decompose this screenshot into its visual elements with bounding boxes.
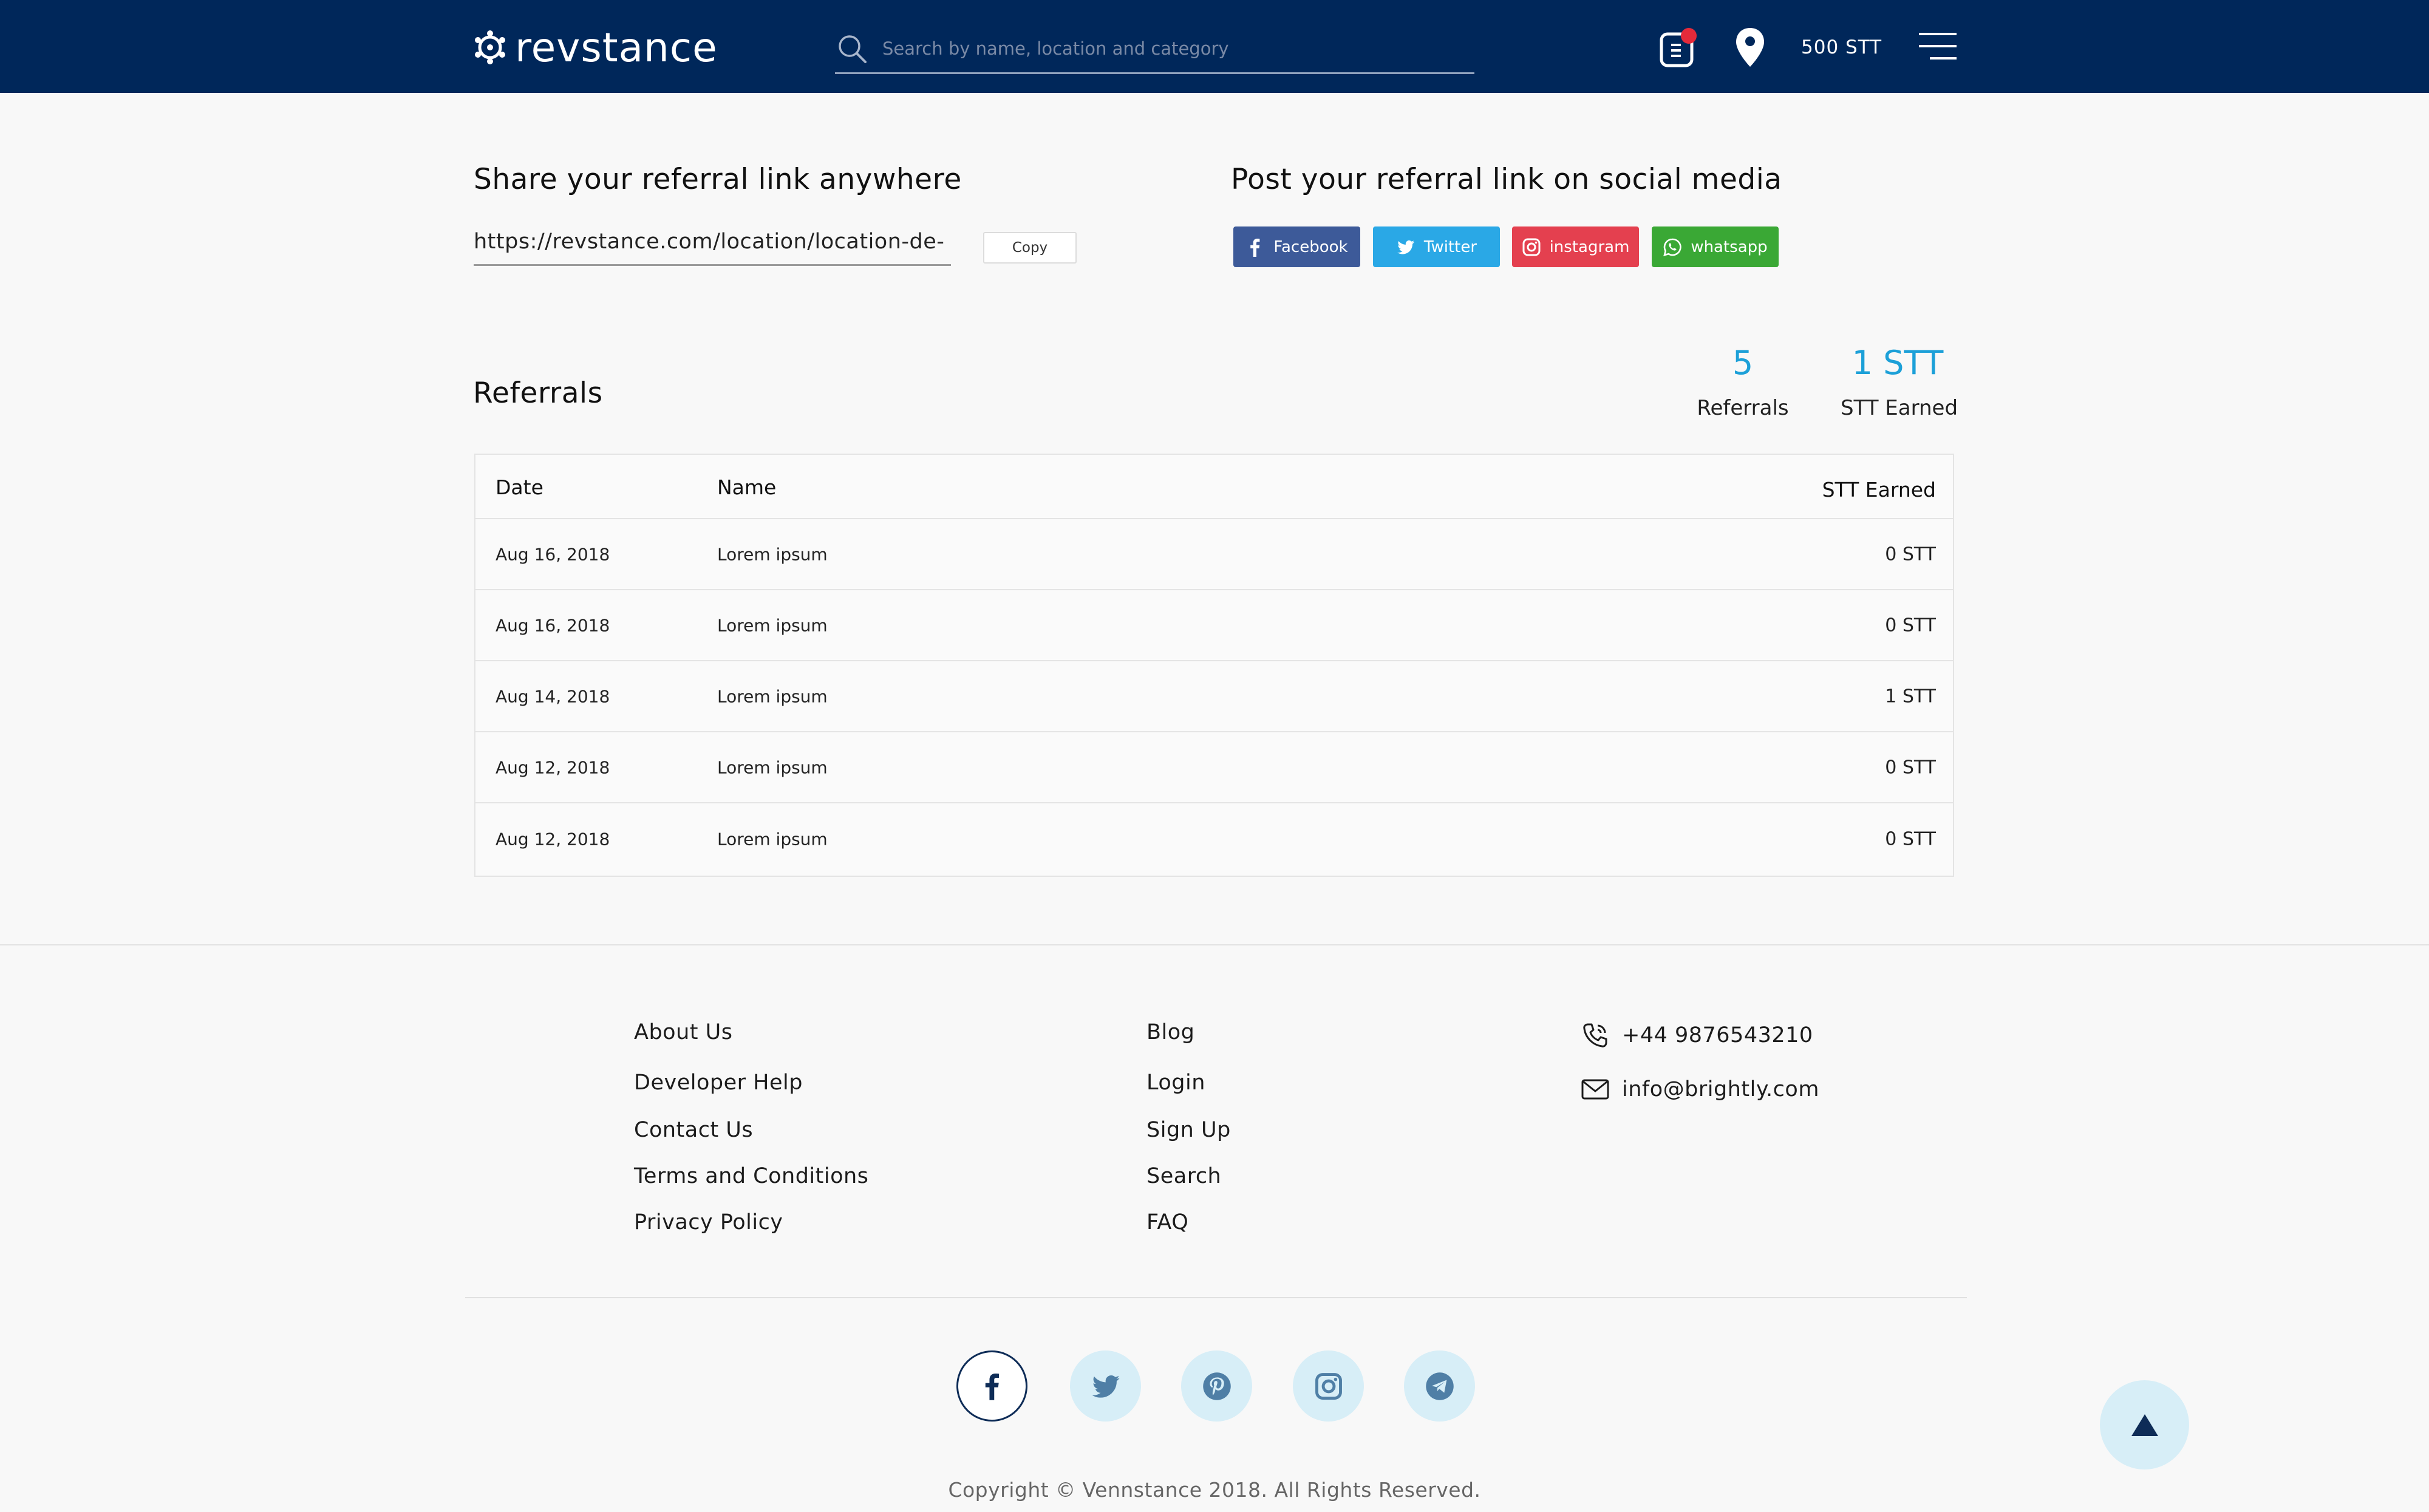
- column-header-stt-earned[interactable]: STT Earned: [1822, 478, 1936, 502]
- phone-number: +44 9876543210: [1622, 1023, 1813, 1047]
- instagram-share-label: instagram: [1549, 237, 1630, 256]
- twitter-icon: [1091, 1375, 1120, 1398]
- copyright-text: Copyright © Vennstance 2018. All Rights …: [948, 1478, 1481, 1502]
- row-name: Lorem ipsum: [717, 686, 828, 706]
- twitter-share-label: Twitter: [1423, 237, 1477, 256]
- copy-button[interactable]: Copy: [983, 232, 1077, 264]
- referrals-table: Date Name STT Earned Aug 16, 2018 Lorem …: [474, 454, 1954, 877]
- footer-link-login[interactable]: Login: [1146, 1071, 1205, 1095]
- notification-badge: [1681, 28, 1697, 44]
- footer-link-contact-us[interactable]: Contact Us: [634, 1118, 753, 1142]
- row-date: Aug 14, 2018: [496, 686, 610, 706]
- facebook-share-label: Facebook: [1273, 237, 1348, 256]
- referrals-heading: Referrals: [473, 376, 603, 410]
- column-header-date[interactable]: Date: [496, 475, 543, 499]
- row-name: Lorem ipsum: [717, 615, 828, 635]
- row-stt: 0 STT: [1885, 757, 1936, 778]
- facebook-icon: [1250, 238, 1260, 257]
- row-stt: 0 STT: [1885, 543, 1936, 565]
- footer-instagram-link[interactable]: [1293, 1350, 1364, 1422]
- footer-link-terms[interactable]: Terms and Conditions: [634, 1164, 868, 1188]
- footer-phone[interactable]: +44 9876543210: [1581, 1021, 1813, 1050]
- arrow-up-icon: [2131, 1414, 2158, 1436]
- column-header-name[interactable]: Name: [717, 475, 776, 499]
- row-stt: 0 STT: [1885, 828, 1936, 850]
- row-date: Aug 16, 2018: [496, 615, 610, 635]
- row-name: Lorem ipsum: [717, 544, 828, 564]
- footer-link-developer-help[interactable]: Developer Help: [634, 1071, 803, 1095]
- footer-link-sign-up[interactable]: Sign Up: [1146, 1118, 1231, 1142]
- search-icon: [839, 35, 867, 63]
- facebook-icon: [985, 1373, 999, 1400]
- search-input[interactable]: [882, 38, 1459, 59]
- row-name: Lorem ipsum: [717, 757, 828, 777]
- footer-link-search[interactable]: Search: [1146, 1164, 1221, 1188]
- whatsapp-share-button[interactable]: whatsapp: [1652, 226, 1779, 267]
- footer-link-about-us[interactable]: About Us: [634, 1020, 732, 1044]
- row-date: Aug 12, 2018: [496, 829, 610, 849]
- mail-icon: [1581, 1079, 1609, 1100]
- telegram-icon: [1425, 1372, 1454, 1400]
- social-post-heading: Post your referral link on social media: [1231, 163, 1782, 196]
- footer-link-faq[interactable]: FAQ: [1146, 1210, 1188, 1234]
- twitter-icon: [1397, 240, 1414, 254]
- footer-link-blog[interactable]: Blog: [1146, 1020, 1194, 1044]
- brand-logo[interactable]: revstance: [472, 23, 718, 72]
- top-header: revstance 500 STT: [0, 0, 2429, 93]
- referrals-count-label: Referrals: [1697, 396, 1789, 420]
- token-balance[interactable]: 500 STT: [1801, 36, 1882, 58]
- footer-pinterest-link[interactable]: [1181, 1350, 1252, 1422]
- instagram-icon: [1522, 238, 1541, 256]
- footer-divider-2: [465, 1297, 1967, 1298]
- stt-earned-total-label: STT Earned: [1840, 396, 1958, 420]
- table-row: Aug 12, 2018 Lorem ipsum 0 STT: [475, 803, 1953, 874]
- whatsapp-icon: [1663, 238, 1681, 256]
- hamburger-menu-icon[interactable]: [1918, 32, 1958, 62]
- pinterest-icon: [1202, 1372, 1231, 1400]
- row-date: Aug 16, 2018: [496, 544, 610, 564]
- table-row: Aug 16, 2018 Lorem ipsum 0 STT: [475, 519, 1953, 590]
- table-row: Aug 16, 2018 Lorem ipsum 0 STT: [475, 590, 1953, 661]
- footer-divider: [0, 944, 2429, 945]
- search-bar[interactable]: [835, 24, 1474, 74]
- brand-name: revstance: [515, 24, 718, 71]
- row-date: Aug 12, 2018: [496, 757, 610, 777]
- table-row: Aug 12, 2018 Lorem ipsum 0 STT: [475, 732, 1953, 803]
- footer-telegram-link[interactable]: [1404, 1350, 1475, 1422]
- whatsapp-share-label: whatsapp: [1691, 237, 1768, 256]
- referrals-count: 5: [1732, 344, 1754, 382]
- facebook-share-button[interactable]: Facebook: [1233, 226, 1360, 267]
- table-row: Aug 14, 2018 Lorem ipsum 1 STT: [475, 661, 1953, 732]
- footer-link-privacy-policy[interactable]: Privacy Policy: [634, 1210, 783, 1234]
- email-address: info@brightly.com: [1622, 1077, 1819, 1102]
- footer-twitter-link[interactable]: [1070, 1350, 1141, 1422]
- footer-facebook-link[interactable]: [956, 1350, 1027, 1422]
- row-stt: 1 STT: [1885, 686, 1936, 707]
- back-to-top-button[interactable]: [2100, 1380, 2189, 1469]
- stt-earned-total: 1 STT: [1852, 344, 1944, 382]
- footer-email[interactable]: info@brightly.com: [1581, 1075, 1819, 1104]
- table-header: Date Name STT Earned: [475, 455, 1953, 519]
- share-link-heading: Share your referral link anywhere: [474, 163, 962, 196]
- logo-icon: [475, 30, 505, 64]
- instagram-share-button[interactable]: instagram: [1512, 226, 1639, 267]
- phone-icon: [1583, 1023, 1607, 1047]
- row-name: Lorem ipsum: [717, 829, 828, 849]
- instagram-icon: [1315, 1372, 1342, 1400]
- location-pin-icon[interactable]: [1734, 27, 1766, 68]
- twitter-share-button[interactable]: Twitter: [1373, 226, 1500, 267]
- referral-link-field[interactable]: https://revstance.com/location/location-…: [474, 227, 951, 266]
- row-stt: 0 STT: [1885, 615, 1936, 636]
